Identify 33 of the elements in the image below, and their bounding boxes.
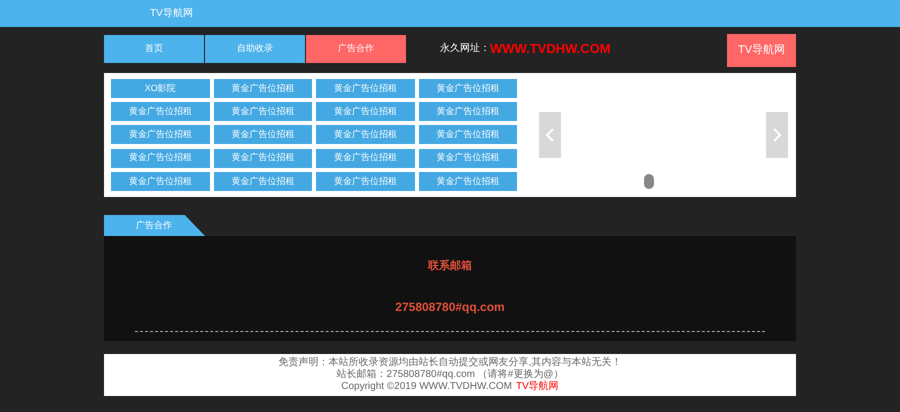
link-tile[interactable]: 黄金广告位招租 bbox=[418, 148, 517, 168]
webmaster-email-text: 站长邮箱：275808780#qq.com （请将#更换为@） bbox=[336, 369, 564, 380]
link-tile[interactable]: 黄金广告位招租 bbox=[214, 148, 312, 168]
permanent-url-label: 永久网址： bbox=[440, 42, 490, 56]
link-tile[interactable]: 黄金广告位招租 bbox=[418, 172, 517, 191]
link-tile[interactable]: 黄金广告位招租 bbox=[111, 125, 210, 144]
link-tile[interactable]: 黄金广告位招租 bbox=[316, 172, 414, 191]
link-tile[interactable]: XO影院 bbox=[111, 79, 210, 98]
nav-tab[interactable]: 自助收录 bbox=[205, 34, 305, 62]
contact-label: 联系邮箱 bbox=[428, 258, 472, 274]
link-tile[interactable]: 黄金广告位招租 bbox=[214, 102, 312, 122]
site-title[interactable]: TV导航网 bbox=[150, 6, 193, 21]
link-tile[interactable]: 黄金广告位招租 bbox=[214, 172, 312, 191]
copyright-text: Copyright ©2019 WWW.TVDHW.COM bbox=[341, 381, 512, 393]
link-tile[interactable]: 黄金广告位招租 bbox=[418, 125, 517, 144]
link-tile[interactable]: 黄金广告位招租 bbox=[316, 79, 414, 98]
brand-button[interactable]: TV导航网 bbox=[727, 34, 796, 67]
link-tile[interactable]: 黄金广告位招租 bbox=[111, 172, 210, 191]
permanent-url[interactable]: WWW.TVDHW.COM bbox=[490, 38, 611, 58]
disclaimer-text: 免责声明：本站所收录资源均由站长自动提交或网友分享,其内容与本站无关！ bbox=[278, 357, 622, 368]
contact-email: 275808780#qq.com bbox=[395, 298, 505, 316]
link-tile[interactable]: 黄金广告位招租 bbox=[111, 148, 210, 168]
link-tile[interactable]: 黄金广告位招租 bbox=[214, 125, 312, 144]
link-tile[interactable]: 黄金广告位招租 bbox=[418, 79, 517, 98]
link-tile[interactable]: 黄金广告位招租 bbox=[316, 148, 414, 168]
link-tile[interactable]: 黄金广告位招租 bbox=[316, 102, 414, 122]
link-tile[interactable]: 黄金广告位招租 bbox=[214, 79, 312, 98]
nav-tab[interactable]: 广告合作 bbox=[306, 34, 406, 62]
link-tile[interactable]: 黄金广告位招租 bbox=[111, 102, 210, 122]
link-tile[interactable]: 黄金广告位招租 bbox=[418, 102, 517, 122]
footer-brand-link[interactable]: TV导航网 bbox=[516, 381, 559, 393]
nav-tab[interactable]: 首页 bbox=[104, 34, 204, 62]
link-tile[interactable]: 黄金广告位招租 bbox=[316, 125, 414, 144]
